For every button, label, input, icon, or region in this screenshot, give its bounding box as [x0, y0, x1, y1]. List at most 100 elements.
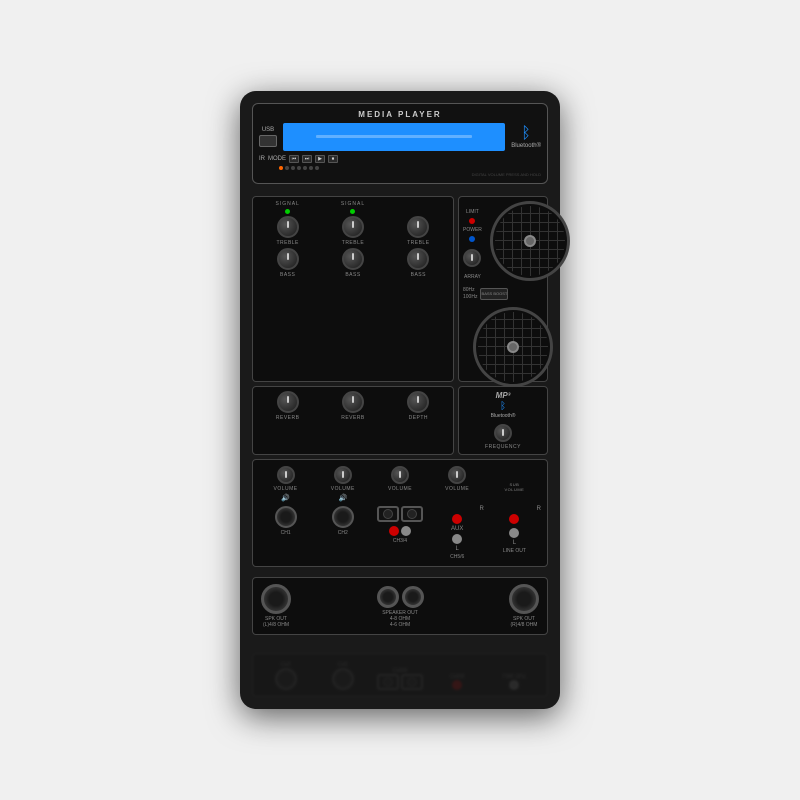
refl-ch34-jacks [377, 674, 423, 690]
prev-btn[interactable]: ⏮ [289, 155, 299, 163]
ch34-label: CH3/4 [393, 538, 407, 544]
limit-led [469, 218, 475, 224]
ch2-jack-hole[interactable] [332, 506, 354, 528]
refl-ch34-l [377, 674, 399, 690]
jacks-section: VOLUME 🔊 VOLUME 🔊 VOLUME [252, 459, 548, 567]
ch1-vol-knob[interactable] [277, 466, 295, 484]
ch34-treble-knob[interactable] [407, 216, 429, 238]
reverb-knobs-row: REVERB REVERB DEPTH [257, 391, 449, 421]
ch1-reverb-strip: REVERB [257, 391, 318, 421]
right-controls: LIMIT POWER ARRAY [458, 196, 548, 382]
spk-left-jack[interactable] [261, 584, 291, 614]
ch1-bass-strip: BASS [257, 248, 318, 278]
frequency-label: FREQUENCY [485, 444, 521, 450]
bass-boost-btn[interactable]: BASS BOOST [480, 288, 508, 300]
fan-center-2 [507, 341, 519, 353]
ch34-jack-l[interactable] [377, 506, 399, 522]
bluetooth-badge: ᛒ Bluetooth® [511, 125, 541, 149]
ch56-vol-strip: VOLUME [431, 466, 484, 492]
ch34-jack: CH3/4 [373, 506, 426, 544]
reflection-row: CH1 CH2 CH3/4 CH [259, 660, 541, 690]
ch34-vol-label: VOLUME [388, 486, 412, 492]
play-btn[interactable]: ▶ [315, 155, 325, 163]
spk-left-label: SPK OUT(L)4/8 OHM [263, 616, 289, 628]
ch34-bass-knob[interactable] [407, 248, 429, 270]
ch2-bass-label: BASS [345, 272, 360, 278]
refl-ch56-label: CH5/6 [450, 672, 464, 678]
ch34-rca-l[interactable] [401, 526, 411, 536]
fan-screw-2-bl [474, 378, 482, 386]
ch34-jacks [377, 506, 423, 522]
reflection-section: CH1 CH2 CH3/4 CH [252, 647, 548, 697]
ch34-strip: SIGNAL TREBLE [388, 201, 449, 246]
ch1-vol-label: VOLUME [274, 486, 298, 492]
spk-right: SPK OUT(R)4/8 OHM [509, 584, 539, 628]
ch56-rca-r[interactable] [452, 514, 462, 524]
ch2-reverb-knob[interactable] [342, 391, 364, 413]
led-1 [279, 166, 283, 170]
ch56-label: CH5/6 [450, 554, 464, 560]
ch56-rca-l[interactable] [452, 534, 462, 544]
center-jack-1[interactable] [377, 586, 399, 608]
led-7 [315, 166, 319, 170]
array-knob[interactable] [463, 249, 481, 267]
ch1-treble-knob[interactable] [277, 216, 299, 238]
ch1-reverb-knob[interactable] [277, 391, 299, 413]
array-label: ARRAY [464, 274, 481, 280]
depth-knob[interactable] [407, 391, 429, 413]
line-l-label: L [513, 540, 516, 546]
limit-label: LIMIT [466, 209, 479, 215]
ch2-treble-knob[interactable] [342, 216, 364, 238]
ch2-vol-knob[interactable] [334, 466, 352, 484]
ch34-rca-r[interactable] [389, 526, 399, 536]
bluetooth-label: Bluetooth® [511, 143, 541, 149]
ch1-bass-knob[interactable] [277, 248, 299, 270]
ch1-reverb-label: REVERB [276, 415, 300, 421]
power-led [469, 236, 475, 242]
led-6 [309, 166, 313, 170]
ch2-label: CH2 [338, 530, 348, 536]
refl-ch2-label: CH2 [338, 660, 348, 666]
fan-circle [490, 201, 570, 281]
mp3-bluetooth: MP³ ᛒ Bluetooth® [491, 391, 516, 419]
ch34-bass-strip: BASS [388, 248, 449, 278]
bluetooth-label-2: Bluetooth® [491, 413, 516, 419]
line-r-label: R [488, 506, 541, 512]
ch34-vol-knob[interactable] [391, 466, 409, 484]
ch1-signal-label: SIGNAL [275, 201, 299, 207]
line-out-rca-r[interactable] [509, 514, 519, 524]
refl-ch34-r [401, 674, 423, 690]
frequency-knob[interactable] [494, 424, 512, 442]
fan-screw-2-tl [474, 308, 482, 316]
ch1-jack-hole[interactable] [275, 506, 297, 528]
usb-port[interactable] [259, 135, 277, 147]
ch34-rca [389, 526, 411, 536]
ch2-reverb-strip: REVERB [322, 391, 383, 421]
ch1-label: CH1 [281, 530, 291, 536]
center-jack-2[interactable] [402, 586, 424, 608]
ch34-treble-label: TREBLE [407, 240, 429, 246]
spk-right-jack[interactable] [509, 584, 539, 614]
ch56-vol-knob[interactable] [448, 466, 466, 484]
refl-line-label: LINE OUT [503, 672, 526, 678]
bass-boost-label: BASS BOOST [482, 291, 508, 296]
ch34-vol-strip: VOLUME [373, 466, 426, 492]
ch1-signal-led [285, 209, 290, 214]
line-out-rca-l[interactable] [509, 528, 519, 538]
fan-screw-tr [561, 202, 569, 210]
device-panel: MEDIA PLAYER USB ᛒ Bluetooth® IR [240, 91, 560, 709]
treble-bass-row: SIGNAL TREBLE SIGNAL TREBLE SIGNAL [252, 196, 548, 382]
ch34-jack-r[interactable] [401, 506, 423, 522]
next-btn[interactable]: ⏭ [302, 155, 312, 163]
refl-ch1-hole [275, 668, 297, 690]
reverb-row-section: REVERB REVERB DEPTH MP³ ᛒ Bluetoo [252, 386, 548, 455]
ch2-vol-label: VOLUME [331, 486, 355, 492]
speaker-out-text: SPEAKER OUT4-8 OHM4-6 OHM [382, 610, 418, 628]
bass-row: BASS BASS BASS [257, 248, 449, 278]
stop-btn[interactable]: ⏹ [328, 155, 338, 163]
left-channels-section: SIGNAL TREBLE SIGNAL TREBLE SIGNAL [252, 196, 454, 382]
reflection-jacks: CH1 CH2 CH3/4 CH [252, 653, 548, 697]
ch2-signal-label: SIGNAL [341, 201, 365, 207]
fan-center [524, 235, 536, 247]
ch2-bass-knob[interactable] [342, 248, 364, 270]
